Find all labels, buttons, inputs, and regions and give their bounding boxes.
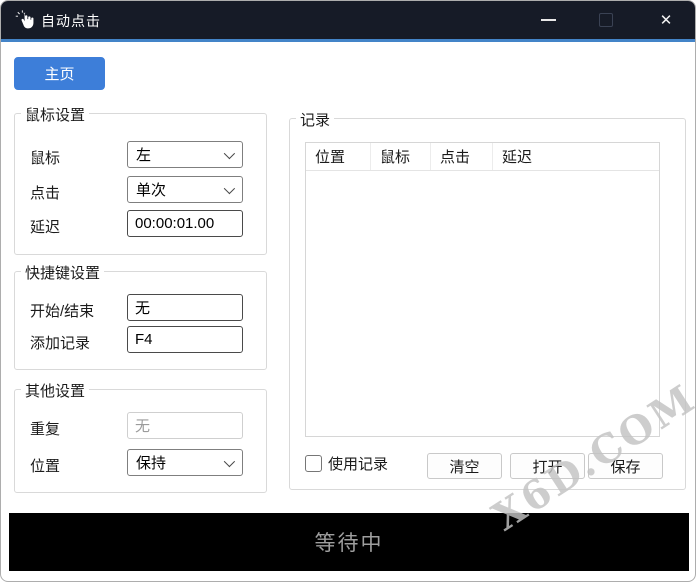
maximize-button[interactable]	[583, 1, 629, 39]
title-bar: 自动点击 ✕	[1, 1, 695, 42]
group-other-settings-title: 其他设置	[21, 380, 89, 401]
position-select-value: 保持	[136, 452, 166, 473]
status-bar: 等待中	[9, 513, 689, 571]
add-record-hotkey-input[interactable]	[127, 326, 243, 353]
mouse-button-select-value: 左	[136, 144, 151, 165]
close-icon: ✕	[660, 13, 673, 28]
mouse-button-select[interactable]: 左	[127, 141, 243, 168]
column-header-mouse[interactable]: 鼠标	[371, 143, 431, 170]
group-mouse-settings: 鼠标设置 鼠标 左 点击 单次 延迟	[14, 113, 267, 255]
app-window: 自动点击 ✕ 主页 鼠标设置 鼠标 左 点击 单次 延迟 快捷键设置 开始/结束	[0, 0, 696, 582]
group-other-settings: 其他设置 重复 位置 保持	[14, 389, 267, 493]
use-records-checkbox[interactable]	[305, 455, 322, 472]
chevron-down-icon	[224, 183, 235, 194]
click-type-label: 点击	[30, 182, 60, 203]
delay-input[interactable]	[127, 210, 243, 237]
mouse-label: 鼠标	[30, 147, 60, 168]
minimize-icon	[541, 19, 556, 21]
use-records-label: 使用记录	[328, 453, 388, 474]
records-list-body[interactable]	[306, 171, 659, 439]
start-stop-hotkey-input[interactable]	[127, 294, 243, 321]
save-button[interactable]: 保存	[588, 453, 663, 479]
chevron-down-icon	[224, 456, 235, 467]
minimize-button[interactable]	[525, 1, 571, 39]
position-select[interactable]: 保持	[127, 449, 243, 476]
position-label: 位置	[30, 455, 60, 476]
clear-button[interactable]: 清空	[427, 453, 502, 479]
group-mouse-settings-title: 鼠标设置	[21, 104, 89, 125]
group-hotkey-settings-title: 快捷键设置	[21, 262, 104, 283]
click-type-select-value: 单次	[136, 179, 166, 200]
column-header-delay[interactable]: 延迟	[493, 143, 659, 170]
repeat-input	[127, 412, 243, 439]
window-title: 自动点击	[41, 11, 101, 31]
repeat-label: 重复	[30, 418, 60, 439]
app-hand-cursor-icon	[14, 9, 36, 31]
open-button[interactable]: 打开	[510, 453, 585, 479]
maximize-icon	[599, 13, 613, 27]
delay-label: 延迟	[30, 216, 60, 237]
records-list[interactable]: 位置 鼠标 点击 延迟	[305, 142, 660, 437]
column-header-position[interactable]: 位置	[306, 143, 371, 170]
chevron-down-icon	[224, 148, 235, 159]
start-stop-label: 开始/结束	[30, 300, 94, 321]
close-button[interactable]: ✕	[643, 1, 689, 39]
group-records-title: 记录	[296, 109, 334, 130]
status-text: 等待中	[315, 527, 384, 557]
records-list-header: 位置 鼠标 点击 延迟	[306, 143, 659, 171]
column-header-click[interactable]: 点击	[431, 143, 493, 170]
home-button[interactable]: 主页	[14, 57, 105, 90]
click-type-select[interactable]: 单次	[127, 176, 243, 203]
group-hotkey-settings: 快捷键设置 开始/结束 添加记录	[14, 271, 267, 370]
use-records-row: 使用记录	[305, 453, 388, 474]
add-record-label: 添加记录	[30, 332, 90, 353]
group-records: 记录 位置 鼠标 点击 延迟 使用记录 清空 打开 保存	[289, 118, 686, 490]
